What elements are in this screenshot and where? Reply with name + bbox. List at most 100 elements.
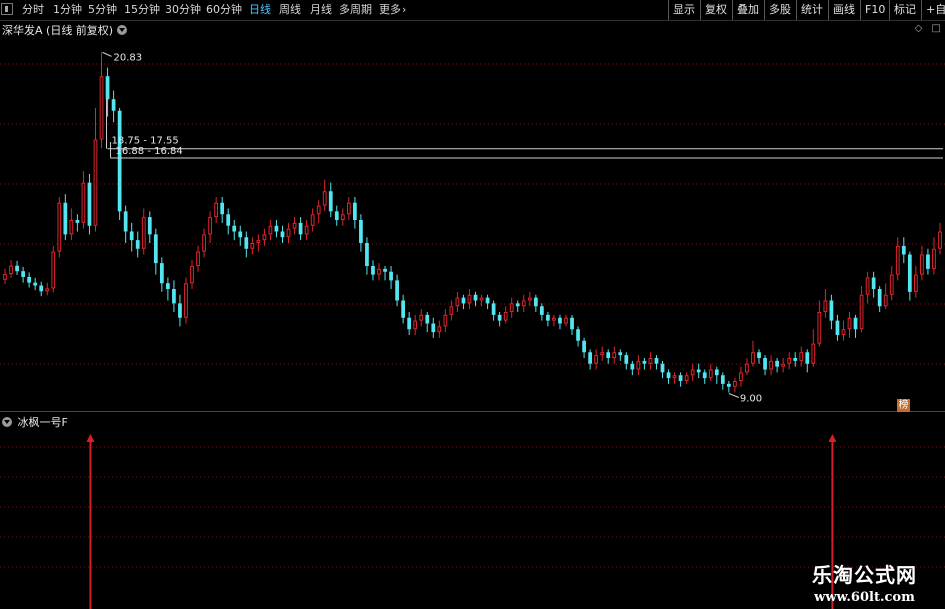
- candle-body: [479, 297, 484, 301]
- candle-body: [859, 294, 864, 330]
- candle-body: [141, 217, 146, 249]
- watermark-line1: 乐淘公式网: [812, 563, 917, 587]
- candle-body: [443, 314, 448, 327]
- candle-body: [527, 297, 532, 301]
- candle-body: [81, 182, 86, 223]
- candle-body: [33, 282, 38, 286]
- candle-body: [600, 352, 605, 356]
- candle-body: [497, 314, 502, 321]
- candle-body: [636, 360, 641, 370]
- candle-body: [21, 271, 25, 277]
- signal-arrow-head: [86, 434, 95, 442]
- watermark: 乐淘公式网 www.60lt.com: [812, 559, 917, 605]
- candle-body: [105, 76, 110, 100]
- candle-body: [250, 243, 255, 249]
- indicator-title: 冰枫一号F: [2, 414, 68, 430]
- candle-body: [829, 300, 834, 321]
- candle-body: [678, 375, 683, 381]
- candle-body: [431, 323, 436, 333]
- candle-body: [346, 202, 351, 215]
- candle-body: [123, 211, 128, 232]
- candle-body: [135, 240, 140, 249]
- candle-body: [328, 191, 333, 212]
- candle-body: [757, 352, 761, 358]
- candle-body: [811, 343, 816, 364]
- candle-body: [117, 110, 122, 212]
- candle-body: [895, 245, 900, 275]
- candle-body: [172, 289, 176, 304]
- high-pointer: [102, 51, 112, 57]
- candle-body: [702, 372, 707, 379]
- candle-body: [238, 231, 243, 238]
- candle-body: [763, 358, 767, 370]
- candle-body: [184, 283, 188, 318]
- candle-body: [286, 228, 291, 238]
- candle-body: [419, 314, 424, 321]
- candle-body: [166, 283, 170, 289]
- candle-body: [214, 202, 219, 218]
- candle-body: [889, 274, 894, 295]
- candle-body: [389, 271, 393, 281]
- candle-body: [775, 360, 779, 367]
- candle-body: [202, 234, 206, 252]
- candle-body: [503, 312, 508, 321]
- candle-body: [817, 312, 822, 344]
- candle-body: [751, 352, 755, 364]
- candle-body: [226, 214, 231, 226]
- candle-body: [401, 300, 406, 318]
- candle-body: [437, 326, 442, 333]
- candle-body: [654, 358, 659, 364]
- candle-body: [353, 202, 357, 220]
- candle-body: [805, 352, 810, 364]
- candle-body: [708, 369, 713, 379]
- candle-body: [533, 297, 538, 307]
- candle-body: [726, 383, 731, 387]
- candle-body: [63, 202, 68, 235]
- candle-body: [745, 363, 749, 373]
- high-price-label: 20.83: [114, 52, 143, 63]
- candle-body: [57, 202, 62, 252]
- candle-body: [87, 182, 92, 226]
- candle-body: [853, 317, 858, 330]
- candle-body: [359, 220, 363, 243]
- candle-body: [847, 317, 852, 330]
- candle-body: [9, 265, 13, 275]
- candle-body: [877, 289, 882, 307]
- low-pointer: [728, 393, 740, 398]
- candle-body: [45, 288, 50, 292]
- candle-body: [491, 303, 496, 315]
- candle-body: [901, 245, 906, 255]
- candle-body: [938, 231, 942, 249]
- candle-body: [485, 297, 490, 304]
- candle-body: [739, 372, 743, 381]
- candle-body: [292, 222, 297, 229]
- indicator-dropdown-icon[interactable]: [2, 417, 12, 427]
- candle-body: [871, 277, 876, 289]
- candle-body: [539, 306, 544, 315]
- candle-body: [129, 231, 134, 241]
- candle-body: [39, 285, 44, 292]
- indicator-name: 冰枫一号F: [17, 416, 68, 429]
- candle-body: [153, 234, 158, 264]
- candlestick-chart[interactable]: 18.75 - 17.5516.88 - 16.8420.839.00: [0, 0, 945, 609]
- candle-body: [552, 317, 556, 321]
- candle-body: [720, 375, 725, 384]
- candle-body: [672, 375, 677, 379]
- candle-body: [455, 297, 460, 307]
- candle-body: [865, 277, 870, 295]
- candle-body: [407, 317, 412, 330]
- candle-body: [660, 363, 665, 373]
- candle-body: [781, 363, 786, 367]
- rank-badge[interactable]: 榜: [897, 399, 910, 412]
- candle-body: [461, 297, 466, 304]
- candle-body: [256, 240, 261, 243]
- candle-body: [558, 317, 562, 324]
- candle-body: [648, 358, 653, 364]
- candle-body: [835, 320, 840, 335]
- candle-body: [799, 352, 804, 361]
- candle-body: [232, 225, 237, 232]
- watermark-line2: www.60lt.com: [814, 590, 915, 605]
- candle-body: [208, 217, 212, 235]
- candle-body: [696, 369, 701, 373]
- candle-body: [793, 358, 798, 361]
